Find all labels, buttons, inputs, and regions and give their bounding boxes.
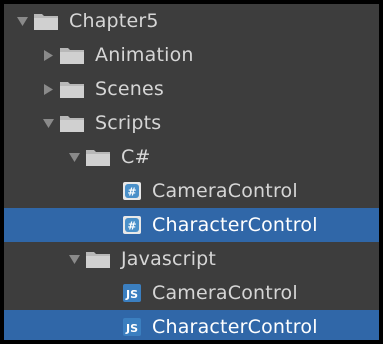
- folder-icon: [86, 252, 110, 268]
- tree-item-label: CharacterControl: [152, 315, 318, 338]
- folder-icon: [60, 116, 84, 132]
- tree-item-label: C#: [121, 145, 151, 168]
- expand-arrow-icon[interactable]: [68, 253, 81, 266]
- expand-arrow-icon[interactable]: [16, 15, 29, 28]
- tree-item-label: CameraControl: [152, 281, 298, 304]
- folder-icon: [60, 82, 84, 98]
- tree-item-label: Scripts: [95, 111, 162, 134]
- csharp-script-icon: #: [123, 216, 141, 234]
- tree-item-label: Animation: [95, 43, 194, 66]
- project-tree-panel: Chapter5 Animation Scenes Scripts C# # C…: [4, 4, 379, 340]
- folder-icon: [34, 14, 58, 30]
- expand-arrow-icon[interactable]: [42, 117, 55, 130]
- tree-item-js-cameracontrol[interactable]: JS CameraControl: [4, 276, 379, 310]
- tree-item-label: CharacterControl: [152, 213, 318, 236]
- tree-item-label: Javascript: [121, 247, 217, 270]
- javascript-script-icon: JS: [123, 284, 141, 302]
- expand-arrow-icon[interactable]: [68, 151, 81, 164]
- tree-item-label: CameraControl: [152, 179, 298, 202]
- csharp-script-icon: #: [123, 182, 141, 200]
- tree-item-js-charactercontrol[interactable]: JS CharacterControl: [4, 310, 379, 340]
- collapse-arrow-icon[interactable]: [42, 49, 55, 62]
- tree-item-scripts[interactable]: Scripts: [4, 106, 379, 140]
- tree-item-animation[interactable]: Animation: [4, 38, 379, 72]
- javascript-script-icon: JS: [123, 318, 141, 336]
- tree-item-csharp[interactable]: C#: [4, 140, 379, 174]
- tree-item-javascript[interactable]: Javascript: [4, 242, 379, 276]
- svg-text:JS: JS: [125, 288, 138, 301]
- collapse-arrow-icon[interactable]: [42, 83, 55, 96]
- tree-item-csharp-charactercontrol[interactable]: # CharacterControl: [4, 208, 379, 242]
- tree-item-label: Chapter5: [69, 9, 159, 32]
- svg-text:#: #: [127, 186, 136, 199]
- tree-item-csharp-cameracontrol[interactable]: # CameraControl: [4, 174, 379, 208]
- tree-item-label: Scenes: [95, 77, 165, 100]
- svg-text:JS: JS: [125, 322, 138, 335]
- tree-item-scenes[interactable]: Scenes: [4, 72, 379, 106]
- folder-icon: [86, 150, 110, 166]
- folder-icon: [60, 48, 84, 64]
- svg-text:#: #: [127, 220, 136, 233]
- tree-item-chapter5[interactable]: Chapter5: [4, 4, 379, 38]
